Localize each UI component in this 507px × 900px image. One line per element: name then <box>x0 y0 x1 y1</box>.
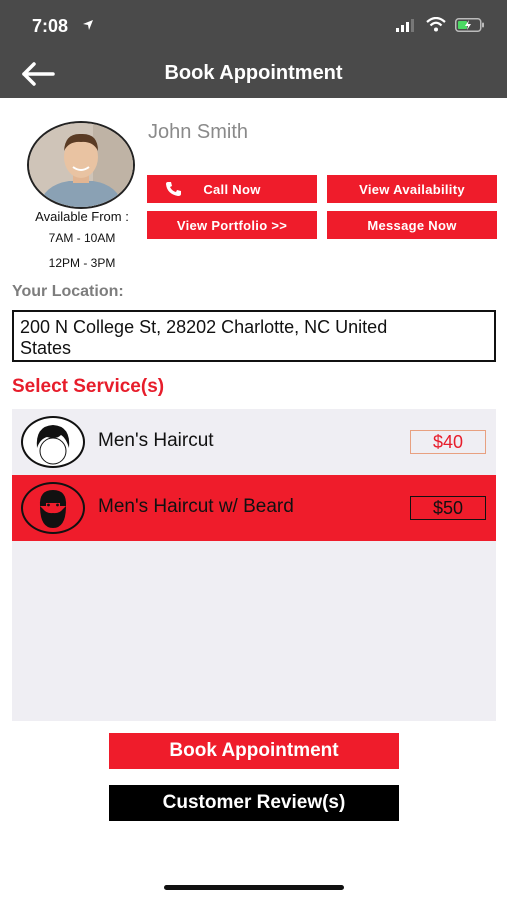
status-time: 7:08 <box>32 16 69 36</box>
service-name: Men's Haircut w/ Beard <box>98 496 294 517</box>
nav-bar: Book Appointment <box>0 50 507 98</box>
page-title: Book Appointment <box>164 62 343 84</box>
cellular-signal-icon <box>396 19 414 32</box>
book-appointment-label: Book Appointment <box>169 740 339 761</box>
availability-slot: 12PM - 3PM <box>48 256 116 270</box>
location-field[interactable]: 200 N College St, 28202 Charlotte, NC Un… <box>12 310 496 362</box>
view-portfolio-label: View Portfolio >> <box>176 217 288 233</box>
location-line-1: 200 N College St, 28202 Charlotte, NC Un… <box>20 317 388 337</box>
services-list: Men's Haircut $40 Men's Haircut w/ Beard… <box>12 409 496 721</box>
customer-reviews-button[interactable]: Customer Review(s) <box>109 785 399 821</box>
message-now-button[interactable]: Message Now <box>327 211 497 239</box>
select-services-label: Select Service(s) <box>12 376 165 397</box>
service-item-haircut-beard[interactable]: Men's Haircut w/ Beard $50 <box>12 475 496 541</box>
service-name: Men's Haircut <box>98 430 214 451</box>
avatar <box>27 121 135 209</box>
status-bar: 7:08 <box>0 0 507 50</box>
phone-icon <box>166 182 181 196</box>
location-line-2: States <box>20 338 72 358</box>
customer-reviews-label: Customer Review(s) <box>162 792 346 813</box>
service-item-haircut[interactable]: Men's Haircut $40 <box>12 409 496 475</box>
wifi-icon <box>426 17 446 32</box>
view-availability-button[interactable]: View Availability <box>327 175 497 203</box>
availability-slot: 7AM - 10AM <box>48 231 116 245</box>
service-price: $40 <box>410 430 486 454</box>
battery-charging-icon <box>455 18 484 32</box>
location-arrow-icon <box>83 20 93 30</box>
book-appointment-button[interactable]: Book Appointment <box>109 733 399 769</box>
beard-icon <box>21 482 85 534</box>
service-price: $50 <box>410 496 486 520</box>
home-indicator <box>164 885 344 890</box>
available-from-label: Available From : <box>35 209 129 224</box>
call-now-label: Call Now <box>203 181 261 197</box>
location-label: Your Location: <box>12 283 124 300</box>
haircut-icon <box>21 416 85 468</box>
provider-name: John Smith <box>148 121 249 143</box>
view-availability-label: View Availability <box>359 181 465 197</box>
call-now-button[interactable]: Call Now <box>147 175 317 203</box>
message-now-label: Message Now <box>367 217 457 233</box>
view-portfolio-button[interactable]: View Portfolio >> <box>147 211 317 239</box>
